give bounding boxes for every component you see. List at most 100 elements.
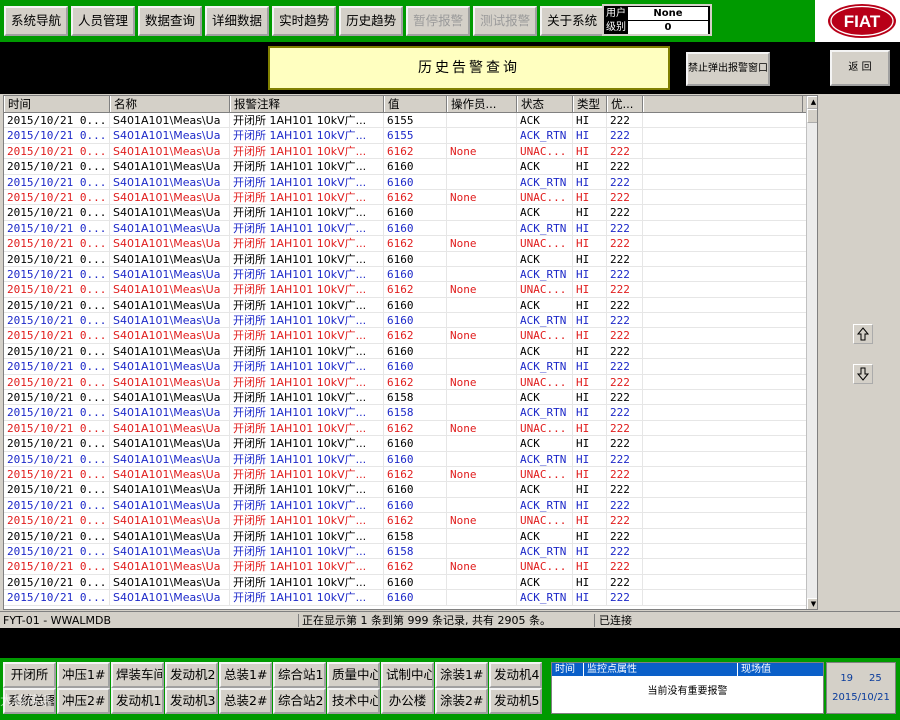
column-header-6[interactable]: 类型	[573, 96, 607, 112]
table-row[interactable]: 2015/10/21 0... S401A101\Meas\Ua 开闭所 1AH10…	[4, 251, 817, 267]
alarm-history-table: 时间 名称 报警注释值操作员... 状态 类型 优... 2015/10/21 0... S…	[3, 95, 818, 610]
table-cell: 2015/10/21 0...	[4, 343, 110, 359]
table-cell: S401A101\Meas\Ua	[110, 220, 230, 236]
column-header-4[interactable]: 操作员...	[447, 96, 517, 112]
vertical-scrollbar[interactable]: ▲ ▼	[806, 96, 817, 609]
table-row[interactable]: 2015/10/21 0... S401A101\Meas\Ua 开闭所 1AH10…	[4, 543, 817, 560]
area-button-2-7[interactable]: 办公楼	[381, 688, 434, 714]
table-row[interactable]: 2015/10/21 0... S401A101\Meas\Ua 开闭所 1AH10…	[4, 374, 817, 391]
page-down-button[interactable]	[853, 364, 873, 384]
table-cell: 6160	[384, 313, 447, 328]
area-button-1-9[interactable]: 发动机4#	[489, 662, 542, 688]
area-button-2-9[interactable]: 发动机5#	[489, 688, 542, 714]
area-button-2-3[interactable]: 发动机3#	[165, 688, 218, 714]
table-row[interactable]: 2015/10/21 0... S401A101\Meas\Ua 开闭所 1AH10…	[4, 174, 817, 190]
area-button-2-8[interactable]: 涂装2#	[435, 688, 488, 714]
table-row[interactable]: 2015/10/21 0... S401A101\Meas\Ua 开闭所 1AH10…	[4, 220, 817, 237]
area-button-2-6[interactable]: 技术中心	[327, 688, 380, 714]
table-row[interactable]: 2015/10/21 0... S401A101\Meas\Ua 开闭所 1AH10…	[4, 343, 817, 360]
area-button-1-7[interactable]: 试制中心	[381, 662, 434, 688]
table-cell: None	[447, 559, 517, 574]
area-button-1-5[interactable]: 综合站1	[273, 662, 326, 688]
nav-button-2[interactable]: 数据查询	[138, 6, 203, 36]
table-row[interactable]: 2015/10/21 0... S401A101\Meas\Ua 开闭所 1AH10…	[4, 528, 817, 544]
back-button[interactable]: 返 回	[830, 50, 890, 86]
table-row[interactable]: 2015/10/21 0... S401A101\Meas\Ua 开闭所 1AH10…	[4, 420, 817, 437]
scroll-thumb[interactable]	[807, 109, 817, 123]
column-header-2[interactable]: 报警注释	[230, 96, 384, 112]
area-button-1-4[interactable]: 总装1#	[219, 662, 272, 688]
area-button-1-1[interactable]: 冲压1#	[57, 662, 110, 688]
table-row[interactable]: 2015/10/21 0... S401A101\Meas\Ua 开闭所 1AH10…	[4, 328, 817, 344]
table-row[interactable]: 2015/10/21 0... S401A101\Meas\Ua 开闭所 1AH10…	[4, 313, 817, 329]
area-button-2-5[interactable]: 综合站2	[273, 688, 326, 714]
area-button-1-6[interactable]: 质量中心	[327, 662, 380, 688]
scroll-down-arrow-icon[interactable]: ▼	[807, 598, 817, 609]
column-header-5[interactable]: 状态	[517, 96, 573, 112]
area-button-2-4[interactable]: 总装2#	[219, 688, 272, 714]
table-row[interactable]: 2015/10/21 0... S401A101\Meas\Ua 开闭所 1AH10…	[4, 497, 817, 514]
table-cell: ACK_RTN	[517, 128, 573, 143]
table-cell: ACK	[517, 390, 573, 405]
nav-button-4[interactable]: 实时趋势	[272, 6, 337, 36]
table-cell: HI	[573, 189, 607, 205]
table-row[interactable]: 2015/10/21 0... S401A101\Meas\Ua 开闭所 1AH10…	[4, 590, 817, 606]
table-cell: ACK_RTN	[517, 543, 573, 559]
nav-button-8[interactable]: 关于系统	[540, 6, 605, 36]
table-row[interactable]: 2015/10/21 0... S401A101\Meas\Ua 开闭所 1AH10…	[4, 297, 817, 314]
table-cell: ACK	[517, 205, 573, 220]
page-up-button[interactable]	[853, 324, 873, 344]
table-row[interactable]: 2015/10/21 0... S401A101\Meas\Ua 开闭所 1AH10…	[4, 282, 817, 298]
area-button-2-2[interactable]: 发动机1#	[111, 688, 164, 714]
table-row[interactable]: 2015/10/21 0... S401A101\Meas\Ua 开闭所 1AH10…	[4, 390, 817, 406]
table-cell: 2015/10/21 0...	[4, 328, 110, 343]
nav-button-6: 暂停报警	[406, 6, 471, 36]
scroll-up-arrow-icon[interactable]: ▲	[807, 96, 817, 109]
area-button-1-8[interactable]: 涂装1#	[435, 662, 488, 688]
table-row[interactable]: 2015/10/21 0... S401A101\Meas\Ua 开闭所 1AH10…	[4, 159, 817, 175]
nav-button-5[interactable]: 历史趋势	[339, 6, 404, 36]
nav-button-1[interactable]: 人员管理	[71, 6, 136, 36]
table-cell: 2015/10/21 0...	[4, 251, 110, 266]
table-cell: 222	[607, 405, 643, 420]
main-nav: 系统导航人员管理数据查询详细数据实时趋势历史趋势暂停报警测试报警关于系统帮助	[4, 6, 668, 36]
table-row[interactable]: 2015/10/21 0... S401A101\Meas\Ua 开闭所 1AH10…	[4, 205, 817, 221]
table-cell	[447, 266, 517, 282]
table-cell: HI	[573, 205, 607, 220]
table-row[interactable]: 2015/10/21 0... S401A101\Meas\Ua 开闭所 1AH10…	[4, 513, 817, 529]
table-row[interactable]: 2015/10/21 0... S401A101\Meas\Ua 开闭所 1AH10…	[4, 113, 817, 129]
table-row[interactable]: 2015/10/21 0... S401A101\Meas\Ua 开闭所 1AH10…	[4, 451, 817, 467]
table-cell: S401A101\Meas\Ua	[110, 390, 230, 405]
table-cell	[447, 251, 517, 266]
table-row[interactable]: 2015/10/21 0... S401A101\Meas\Ua 开闭所 1AH10…	[4, 128, 817, 144]
area-button-1-0[interactable]: 开闭所	[3, 662, 56, 688]
table-row[interactable]: 2015/10/21 0... S401A101\Meas\Ua 开闭所 1AH10…	[4, 466, 817, 483]
area-button-1-3[interactable]: 发动机2#	[165, 662, 218, 688]
table-row[interactable]: 2015/10/21 0... S401A101\Meas\Ua 开闭所 1AH10…	[4, 359, 817, 375]
area-button-2-1[interactable]: 冲压2#	[57, 688, 110, 714]
forbid-popup-button[interactable]: 禁止弹出报警窗口	[686, 52, 770, 86]
table-row[interactable]: 2015/10/21 0... S401A101\Meas\Ua 开闭所 1AH10…	[4, 236, 817, 252]
nav-button-7: 测试报警	[473, 6, 538, 36]
table-cell: 2015/10/21 0...	[4, 220, 110, 236]
nav-button-3[interactable]: 详细数据	[205, 6, 270, 36]
area-button-1-2[interactable]: 焊装车间	[111, 662, 164, 688]
table-row[interactable]: 2015/10/21 0... S401A101\Meas\Ua 开闭所 1AH10…	[4, 574, 817, 591]
table-cell: 2015/10/21 0...	[4, 543, 110, 559]
table-cell: HI	[573, 343, 607, 359]
table-row[interactable]: 2015/10/21 0... S401A101\Meas\Ua 开闭所 1AH10…	[4, 436, 817, 452]
table-row[interactable]: 2015/10/21 0... S401A101\Meas\Ua 开闭所 1AH10…	[4, 482, 817, 498]
table-cell: HI	[573, 328, 607, 343]
table-row[interactable]: 2015/10/21 0... S401A101\Meas\Ua 开闭所 1AH10…	[4, 266, 817, 283]
table-row[interactable]: 2015/10/21 0... S401A101\Meas\Ua 开闭所 1AH10…	[4, 405, 817, 421]
table-row[interactable]: 2015/10/21 0... S401A101\Meas\Ua 开闭所 1AH10…	[4, 189, 817, 206]
table-row[interactable]: 2015/10/21 0... S401A101\Meas\Ua 开闭所 1AH10…	[4, 143, 817, 160]
nav-button-0[interactable]: 系统导航	[4, 6, 69, 36]
table-cell: 6158	[384, 405, 447, 420]
column-header-1[interactable]: 名称	[110, 96, 230, 112]
table-cell: HI	[573, 559, 607, 574]
table-row[interactable]: 2015/10/21 0... S401A101\Meas\Ua 开闭所 1AH10…	[4, 559, 817, 575]
column-header-7[interactable]: 优...	[607, 96, 643, 112]
column-header-3[interactable]: 值	[384, 96, 447, 112]
column-header-0[interactable]: 时间	[4, 96, 110, 112]
